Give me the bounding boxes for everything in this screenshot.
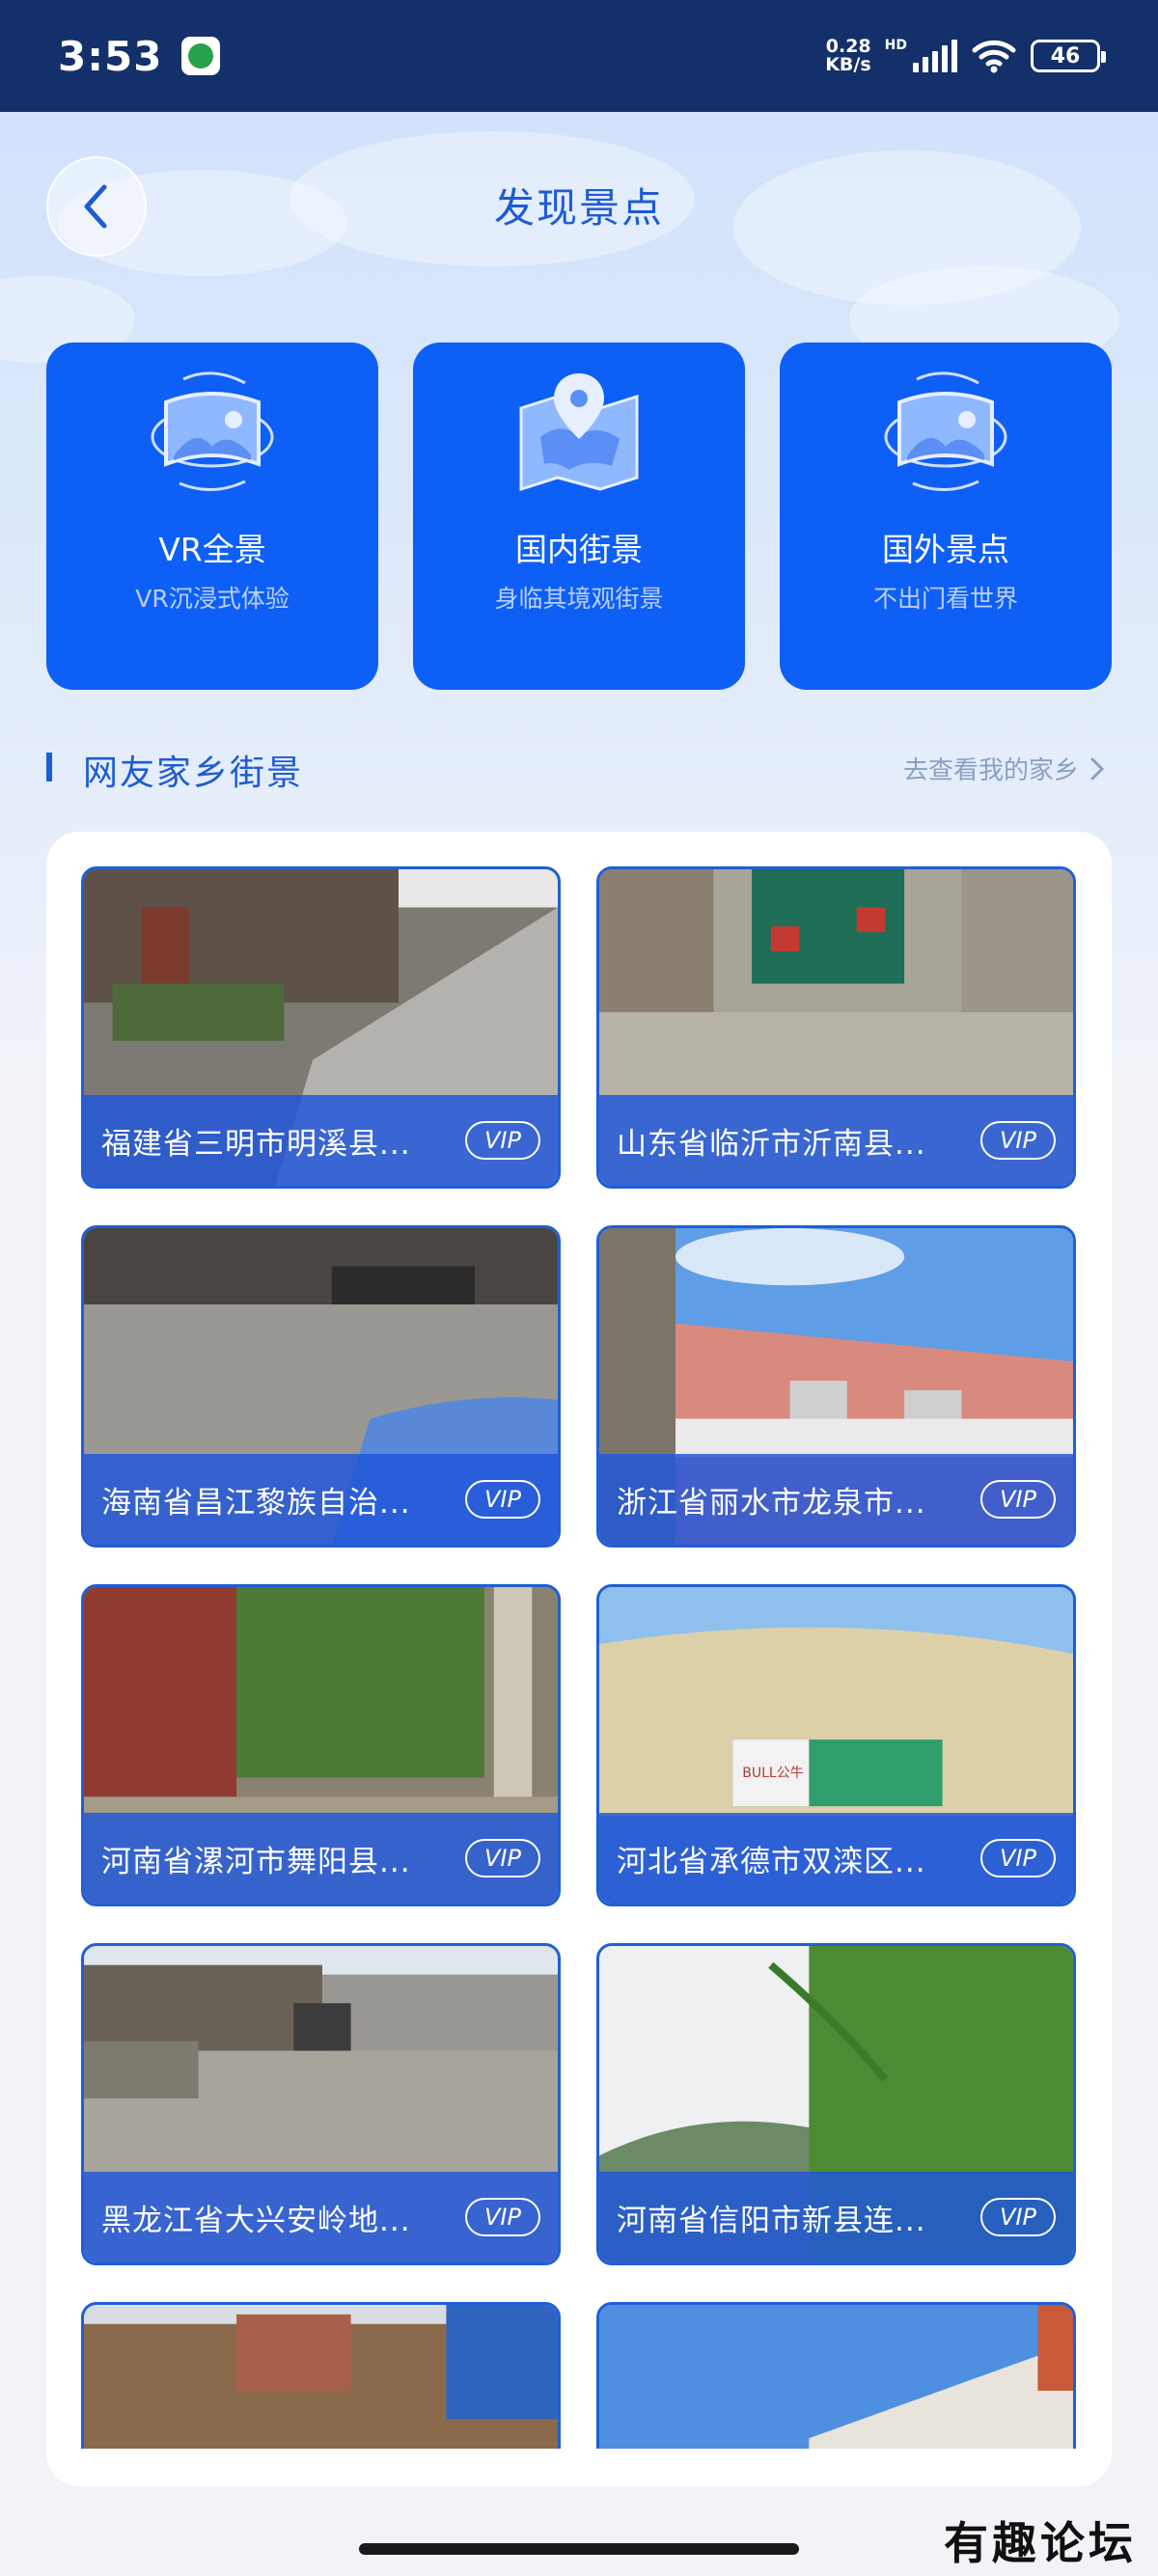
card-caption: 海南省昌江黎族自治... VIP xyxy=(84,1454,558,1545)
feature-subtitle: 不出门看世界 xyxy=(872,585,1018,613)
status-bar: 3:53 0.28 KB/s HD 46 xyxy=(0,0,1158,112)
feature-title: 国外景点 xyxy=(882,531,1009,568)
streetview-card[interactable]: BULL公牛 河北省承德市双滦区... VIP xyxy=(596,1584,1076,1906)
card-caption: 河南省信阳市新县连... VIP xyxy=(599,2172,1073,2262)
location-name: 福建省三明市明溪县... xyxy=(101,1126,411,1162)
vip-badge: VIP xyxy=(980,1121,1056,1160)
vr-panorama-icon xyxy=(151,371,274,492)
streetview-card[interactable]: 海南省昌江黎族自治... VIP xyxy=(81,1225,561,1548)
location-name: 海南省昌江黎族自治... xyxy=(101,1485,411,1521)
chevron-right-icon xyxy=(1090,757,1105,780)
card-caption: 河南省漯河市舞阳县... VIP xyxy=(84,1813,558,1904)
streetview-card[interactable]: 福建省三明市明溪县... VIP xyxy=(81,866,561,1189)
view-my-hometown-link[interactable]: 去查看我的家乡 xyxy=(903,751,1106,786)
streetview-card[interactable] xyxy=(596,2302,1076,2449)
card-caption: 浙江省丽水市龙泉市... VIP xyxy=(599,1454,1073,1545)
feature-subtitle: 身临其境观街景 xyxy=(494,585,664,613)
vip-badge: VIP xyxy=(980,1839,1056,1877)
vip-badge: VIP xyxy=(980,1480,1056,1519)
network-speed: 0.28 KB/s xyxy=(825,36,871,75)
streetview-thumbnail xyxy=(599,2305,1073,2449)
section-accent-bar xyxy=(46,753,52,781)
feature-title: 国内街景 xyxy=(515,531,643,568)
location-name: 山东省临沂市沂南县... xyxy=(617,1126,926,1162)
app-notification-icon xyxy=(181,37,221,75)
wifi-icon xyxy=(972,40,1016,73)
vr-panorama-icon xyxy=(884,371,1007,492)
home-indicator[interactable] xyxy=(359,2543,799,2555)
streetview-card[interactable]: 山东省临沂市沂南县... VIP xyxy=(596,866,1076,1189)
streetview-card[interactable]: 河南省信阳市新县连... VIP xyxy=(596,1943,1076,2265)
vip-badge: VIP xyxy=(465,1839,540,1877)
vip-badge: VIP xyxy=(465,2198,540,2236)
feature-card-domestic-streetview[interactable]: 国内街景 身临其境观街景 xyxy=(413,343,745,690)
streetview-card[interactable]: 黑龙江省大兴安岭地... VIP xyxy=(81,1943,561,2265)
streetview-grid: 福建省三明市明溪县... VIP 山东省临沂市沂南县... VIP 海南省昌江黎… xyxy=(46,832,1112,2449)
streetview-card[interactable] xyxy=(81,2302,561,2449)
vip-badge: VIP xyxy=(465,1121,540,1160)
streetview-card[interactable]: 河南省漯河市舞阳县... VIP xyxy=(81,1584,561,1906)
vip-badge: VIP xyxy=(980,2198,1056,2236)
card-caption: 黑龙江省大兴安岭地... VIP xyxy=(84,2172,558,2262)
page-title: 发现景点 xyxy=(493,184,664,232)
location-name: 河南省漯河市舞阳县... xyxy=(101,1844,411,1879)
status-icons: 0.28 KB/s HD 46 xyxy=(825,36,1106,75)
feature-subtitle: VR沉浸式体验 xyxy=(135,585,290,613)
streetview-card[interactable]: 浙江省丽水市龙泉市... VIP xyxy=(596,1225,1076,1548)
card-caption: 福建省三明市明溪县... VIP xyxy=(84,1095,558,1186)
shop-sign-text: BULL公牛 xyxy=(742,1766,804,1781)
location-name: 河南省信阳市新县连... xyxy=(617,2203,926,2238)
hometown-streetview-panel: 福建省三明市明溪县... VIP 山东省临沂市沂南县... VIP 海南省昌江黎… xyxy=(46,832,1112,2486)
feature-title: VR全景 xyxy=(158,531,266,568)
location-name: 黑龙江省大兴安岭地... xyxy=(101,2203,411,2238)
battery-icon: 46 xyxy=(1031,40,1106,72)
cell-signal-icon xyxy=(913,40,957,72)
card-caption: 河北省承德市双滦区... VIP xyxy=(599,1813,1073,1904)
hd-indicator: HD xyxy=(884,38,907,53)
status-time: 3:53 xyxy=(58,32,163,80)
feature-card-foreign-scenery[interactable]: 国外景点 不出门看世界 xyxy=(780,343,1112,690)
streetview-thumbnail xyxy=(84,2305,558,2449)
vip-badge: VIP xyxy=(465,1480,540,1519)
location-name: 河北省承德市双滦区... xyxy=(617,1844,926,1879)
card-caption: 山东省临沂市沂南县... VIP xyxy=(599,1095,1073,1186)
feature-card-vr[interactable]: VR全景 VR沉浸式体验 xyxy=(46,343,378,690)
section-title: 网友家乡街景 xyxy=(83,754,304,793)
map-pin-icon xyxy=(519,373,639,492)
location-name: 浙江省丽水市龙泉市... xyxy=(617,1485,926,1521)
watermark: 有趣论坛 xyxy=(944,2517,1137,2569)
